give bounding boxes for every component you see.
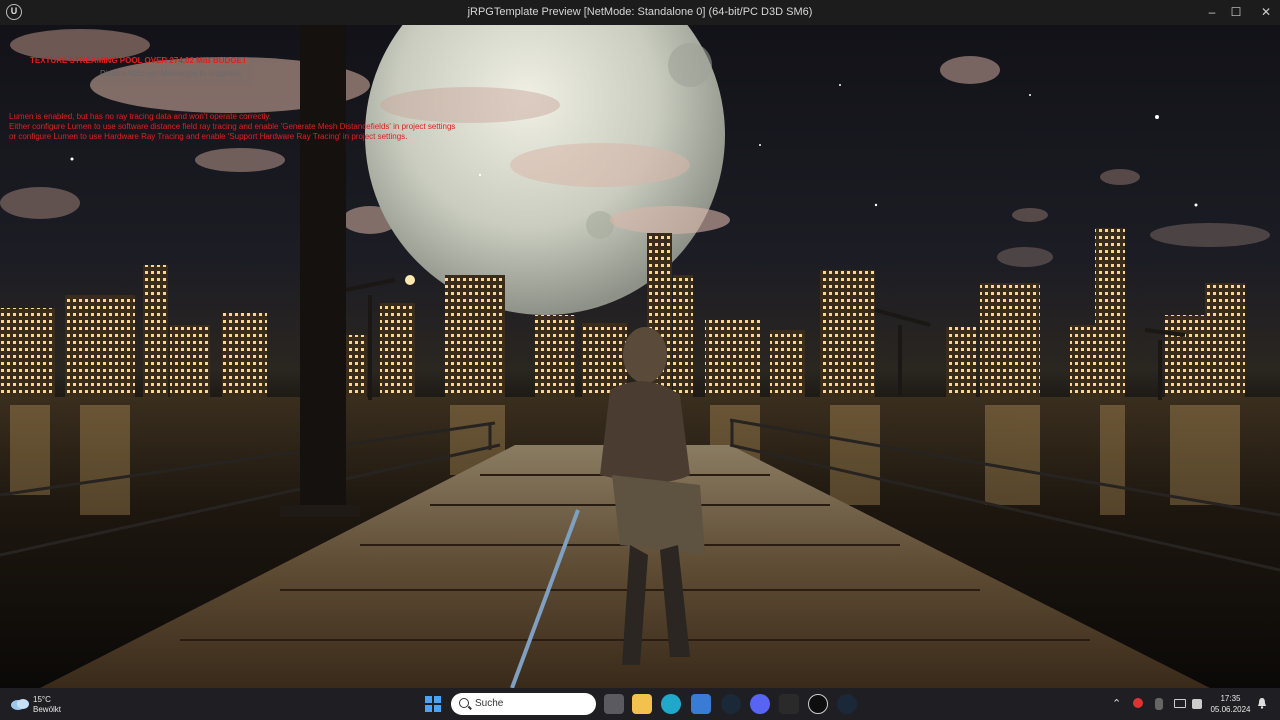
tray-chevron-icon[interactable]: ⌃: [1112, 697, 1121, 710]
search-box[interactable]: Suche: [451, 693, 596, 715]
suppress-hint: DisableAllScreenMessages to suppress: [100, 69, 241, 78]
moon: [365, 25, 730, 315]
clock-time: 17:35: [1220, 694, 1241, 703]
weather-temp: 15°C: [33, 695, 51, 704]
file-explorer-icon[interactable]: [632, 694, 652, 714]
texture-streaming-warning: TEXTURE STREAMING POOL OVER 274,02 MiB B…: [30, 56, 247, 65]
maximize-button[interactable]: ☐: [1220, 0, 1252, 25]
network-icon[interactable]: [1174, 699, 1186, 708]
steam-icon[interactable]: [837, 694, 857, 714]
store-icon[interactable]: [691, 694, 711, 714]
epic-games-icon[interactable]: [779, 694, 799, 714]
unreal-engine-icon[interactable]: [808, 694, 828, 714]
window-titlebar: U jRPGTemplate Preview [NetMode: Standal…: [0, 0, 1280, 25]
game-viewport[interactable]: TEXTURE STREAMING POOL OVER 274,02 MiB B…: [0, 25, 1280, 688]
close-button[interactable]: ✕: [1250, 0, 1280, 25]
window-title: jRPGTemplate Preview [NetMode: Standalon…: [467, 6, 813, 18]
lumen-warning-line: Lumen is enabled, but has no ray tracing…: [9, 112, 271, 121]
lumen-warning-line: Either configure Lumen to use software d…: [9, 122, 456, 131]
windows-taskbar: 15°C Bewölkt Suche ⌃ 17:35 05.06.2024: [0, 688, 1280, 720]
start-icon[interactable]: [425, 696, 441, 712]
taskbar-clock[interactable]: 17:35 05.06.2024: [1208, 693, 1253, 715]
weather-condition: Bewölkt: [33, 705, 62, 714]
microphone-icon[interactable]: [1155, 698, 1163, 710]
cloud-icon: [11, 699, 29, 710]
lamp-light: [405, 275, 415, 285]
volume-icon[interactable]: [1192, 699, 1202, 709]
lumen-warning-line: or configure Lumen to use Hardware Ray T…: [9, 132, 408, 141]
steam-icon[interactable]: [721, 694, 741, 714]
search-icon: [459, 698, 469, 708]
edge-icon[interactable]: [661, 694, 681, 714]
search-placeholder: Suche: [475, 698, 504, 709]
task-view-icon[interactable]: [604, 694, 624, 714]
discord-icon[interactable]: [750, 694, 770, 714]
tray-app-icon[interactable]: [1133, 698, 1143, 708]
notification-bell-icon[interactable]: [1257, 697, 1267, 709]
clock-date: 05.06.2024: [1210, 705, 1251, 714]
